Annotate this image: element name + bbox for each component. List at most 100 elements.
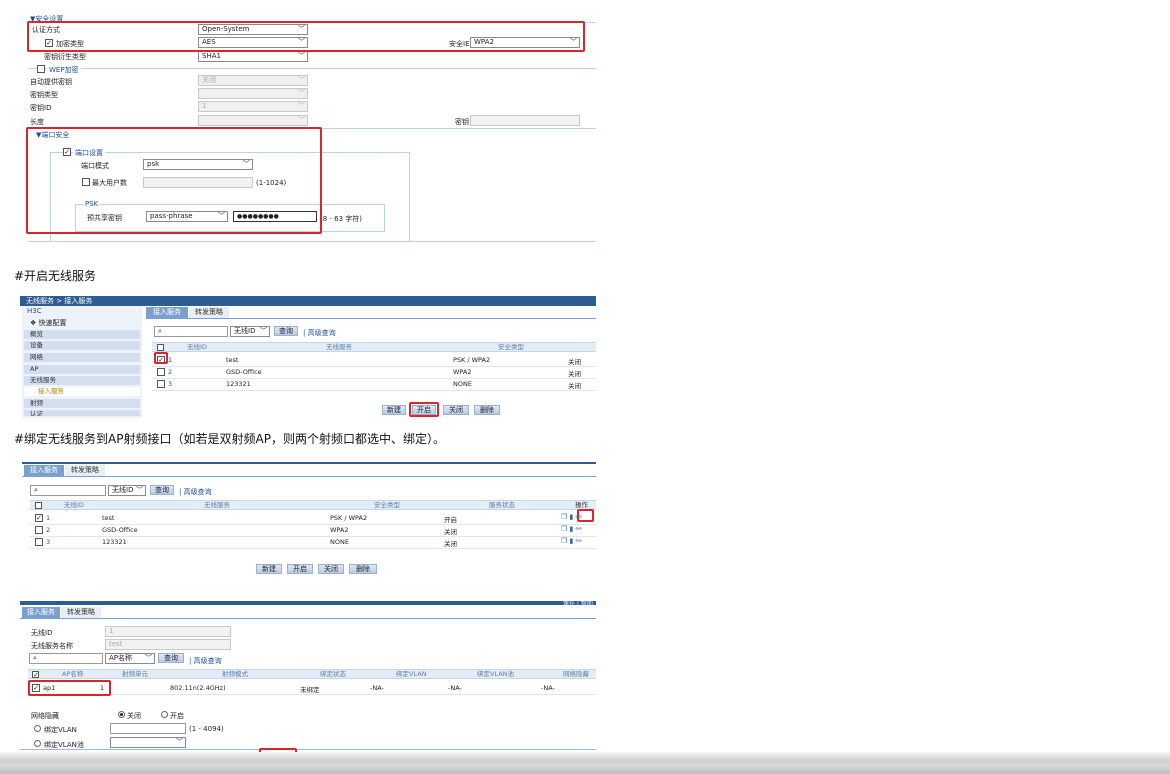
delete-button[interactable]: 删除	[349, 564, 377, 574]
bind-link-icon[interactable]: ⚯	[576, 525, 582, 533]
chevron-down-icon: ﹀	[176, 738, 183, 746]
search-field-select[interactable]: 无线ID ﹀	[108, 485, 146, 496]
sidebar-item-radio[interactable]: 射频	[24, 399, 140, 408]
delete-icon[interactable]: ▮	[570, 537, 574, 545]
sidebar-item-wireless[interactable]: 无线服务	[24, 376, 140, 385]
delete-icon[interactable]: ▮	[570, 525, 574, 533]
search-input[interactable]: ⌕	[29, 653, 103, 664]
auth-select[interactable]: Open-System ﹀	[198, 24, 308, 35]
enable-button[interactable]: 开启	[287, 564, 313, 574]
row-id[interactable]: 3	[46, 538, 50, 546]
tab-access-service[interactable]: 接入服务	[22, 607, 60, 618]
new-button[interactable]: 新建	[382, 405, 406, 415]
sidebar-item-overview[interactable]: 概览	[24, 330, 140, 339]
hide-off-radio[interactable]	[118, 711, 125, 718]
row-id[interactable]: 1	[168, 356, 172, 364]
hide-on-radio[interactable]	[161, 711, 168, 718]
bind-pool-radio[interactable]	[34, 740, 41, 747]
select-all-checkbox[interactable]	[157, 344, 164, 351]
sidebar-item-access-service[interactable]: 接入服务	[24, 387, 140, 396]
sidebar-item-network[interactable]: 网络	[24, 353, 140, 362]
hide-on-label: 开启	[170, 712, 184, 720]
quick-config[interactable]: ❖ 快速配置	[30, 318, 67, 328]
delete-icon[interactable]: ▮	[570, 513, 574, 521]
bind-vlan-radio[interactable]	[34, 725, 41, 732]
key-input[interactable]	[470, 115, 580, 126]
disable-button[interactable]: 关闭	[443, 405, 469, 415]
row-id[interactable]: 1	[46, 514, 50, 522]
length-select[interactable]: ﹀	[198, 115, 308, 126]
header-wlan-service: 无线服务	[204, 501, 230, 509]
encryption-select[interactable]: AES ﹀	[198, 37, 308, 48]
disable-button[interactable]: 关闭	[318, 564, 344, 574]
search-field-select[interactable]: 无线ID ﹀	[230, 326, 270, 337]
copy-icon[interactable]: ❐	[561, 513, 567, 521]
row-state: 关闭	[444, 540, 457, 548]
advanced-search-link[interactable]: | 高级查询	[303, 328, 336, 338]
search-button[interactable]: 查询	[274, 326, 298, 336]
select-all-checkbox[interactable]	[35, 502, 42, 509]
top-right-links[interactable]: 保存 | 帮助	[563, 598, 593, 607]
key-derive-select[interactable]: SHA1 ﹀	[198, 51, 308, 62]
key-type-select[interactable]: ﹀	[198, 88, 308, 99]
header-security-type: 安全类型	[498, 343, 524, 351]
search-button[interactable]: 查询	[158, 653, 184, 663]
row-checkbox[interactable]	[157, 380, 165, 388]
search-button[interactable]: 查询	[150, 485, 174, 495]
bind-link-icon[interactable]: ⚯	[576, 537, 582, 545]
key-id-select[interactable]: 1 ﹀	[198, 101, 308, 112]
copy-icon[interactable]: ❐	[561, 525, 567, 533]
psk-group-label: PSK	[83, 200, 101, 208]
sidebar-item-device[interactable]: 设备	[24, 341, 140, 350]
wlan-name-input[interactable]: test	[105, 639, 231, 650]
tab-access-service[interactable]: 接入服务	[146, 307, 188, 318]
chevron-down-icon: ﹀	[298, 38, 305, 46]
header-service-state: 服务状态	[489, 501, 515, 509]
sidebar-item-auth[interactable]: 认证	[24, 410, 140, 416]
row-checkbox[interactable]	[35, 538, 43, 546]
row-bind-vlan-pool: -NA-	[448, 684, 462, 692]
row-checkbox[interactable]: ✓	[157, 356, 165, 364]
key-type-label: 密钥类型	[30, 91, 58, 99]
preshared-key-input[interactable]: ●●●●●●●●	[233, 211, 317, 222]
bind-vlan-input[interactable]	[110, 723, 186, 734]
select-all-checkbox[interactable]: ✓	[32, 671, 39, 679]
wlan-id-input[interactable]: 1	[105, 626, 231, 637]
tab-forward-policy[interactable]: 转发策略	[61, 607, 101, 618]
preshared-type-select[interactable]: pass-phrase ﹀	[146, 211, 228, 222]
advanced-search-link[interactable]: | 高级查询	[189, 656, 222, 666]
tab-forward-policy[interactable]: 转发策略	[65, 465, 105, 476]
row-ap-name: ap1	[43, 684, 56, 692]
auto-key-select[interactable]: 关闭 ﹀	[198, 75, 308, 86]
sidebar-item-ap[interactable]: AP	[24, 365, 140, 374]
new-button[interactable]: 新建	[256, 564, 282, 574]
row-id[interactable]: 3	[168, 380, 172, 388]
row-checkbox[interactable]: ✓	[32, 684, 40, 692]
copy-icon[interactable]: ❐	[561, 537, 567, 545]
security-ie-select[interactable]: WPA2 ﹀	[470, 37, 580, 48]
delete-button[interactable]: 删除	[474, 405, 500, 415]
port-mode-select[interactable]: psk ﹀	[143, 159, 253, 170]
search-field-select[interactable]: AP名称 ﹀	[105, 653, 155, 664]
bind-link-icon[interactable]: ⚯	[576, 513, 582, 521]
header-bind-state: 绑定状态	[320, 670, 346, 678]
max-users-input[interactable]	[143, 177, 253, 188]
enable-button[interactable]: 开启	[412, 405, 436, 415]
wep-checkbox[interactable]	[37, 65, 45, 73]
row-checkbox[interactable]: ✓	[35, 514, 43, 522]
row-id[interactable]: 2	[168, 368, 172, 376]
bind-pool-select[interactable]: ﹀	[110, 737, 186, 748]
encryption-checkbox[interactable]: ✓	[45, 39, 53, 47]
search-input[interactable]: ⌕	[30, 485, 106, 496]
advanced-search-link[interactable]: | 高级查询	[179, 487, 212, 497]
tab-access-service[interactable]: 接入服务	[24, 465, 64, 476]
row-checkbox[interactable]	[157, 368, 165, 376]
max-users-checkbox[interactable]	[82, 178, 90, 186]
row-id[interactable]: 2	[46, 526, 50, 534]
port-mode-label: 端口模式	[81, 162, 109, 170]
row-checkbox[interactable]	[35, 526, 43, 534]
port-settings-checkbox[interactable]: ✓	[63, 148, 71, 156]
search-input[interactable]: ⌕	[154, 326, 228, 337]
tab-forward-policy[interactable]: 转发策略	[189, 307, 229, 318]
port-security-title[interactable]: ▼端口安全	[36, 130, 69, 140]
